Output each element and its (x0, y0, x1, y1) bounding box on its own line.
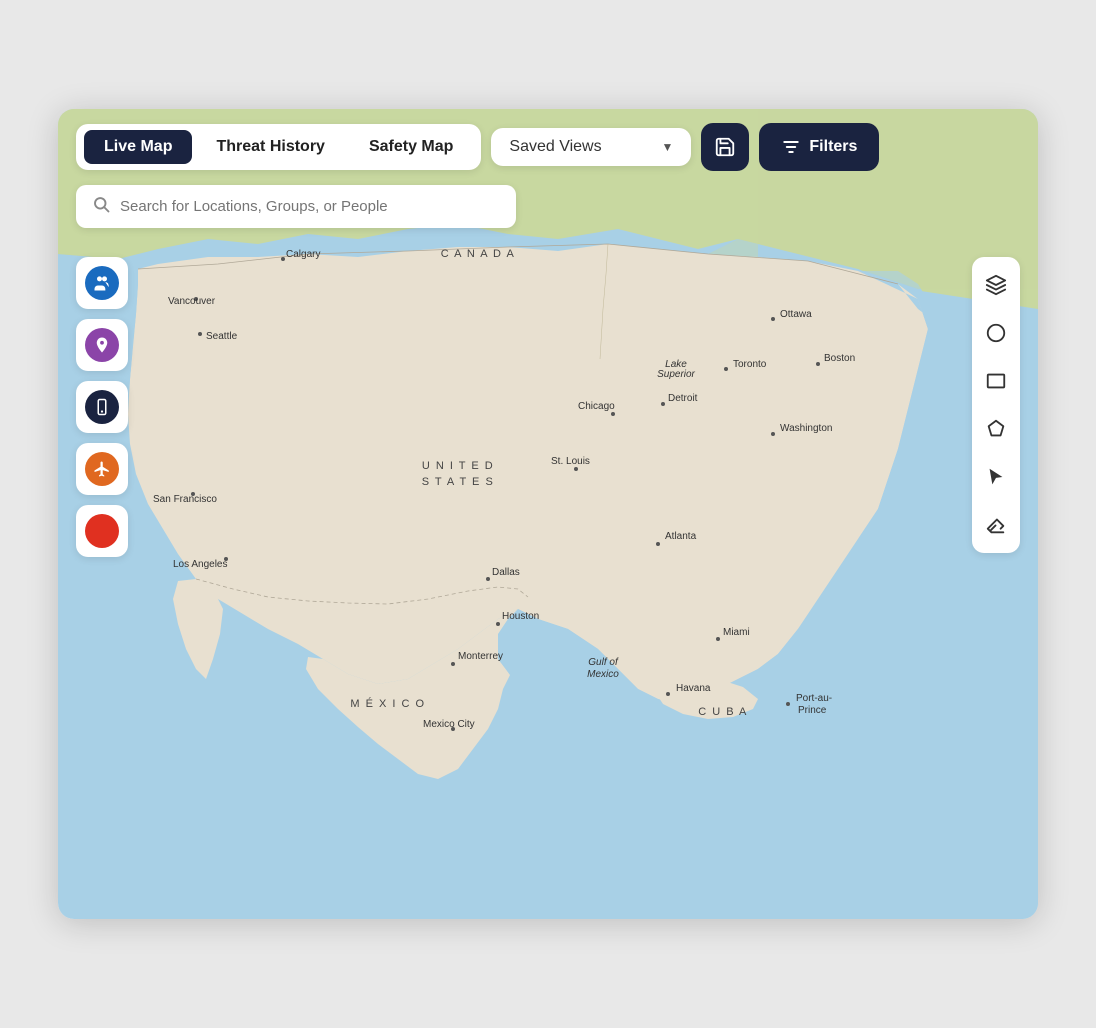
tab-safety-map[interactable]: Safety Map (349, 130, 473, 164)
svg-text:Toronto: Toronto (733, 359, 767, 370)
rectangle-draw-icon (985, 370, 1007, 392)
svg-text:Calgary: Calgary (286, 249, 320, 260)
map-background: Calgary Vancouver Seattle San Francisco … (58, 109, 1038, 919)
svg-text:Atlanta: Atlanta (665, 531, 697, 542)
polygon-draw-icon (985, 418, 1007, 440)
svg-text:Boston: Boston (824, 353, 855, 364)
svg-text:Seattle: Seattle (206, 331, 238, 342)
tab-live-map[interactable]: Live Map (84, 130, 192, 164)
svg-text:M É X I C O: M É X I C O (350, 697, 425, 710)
svg-text:Los Angeles: Los Angeles (173, 559, 228, 570)
layers-icon (985, 274, 1007, 296)
travel-button[interactable] (76, 443, 128, 495)
svg-text:Superior: Superior (657, 369, 695, 380)
svg-text:Houston: Houston (502, 611, 539, 622)
search-icon (92, 195, 110, 218)
svg-text:C A N A D A: C A N A D A (441, 248, 516, 260)
svg-text:Port-au-: Port-au- (796, 693, 832, 704)
svg-text:C U B A: C U B A (698, 706, 748, 718)
svg-text:Vancouver: Vancouver (168, 296, 216, 307)
svg-text:Washington: Washington (780, 423, 832, 434)
chevron-down-icon: ▼ (662, 140, 674, 154)
map-svg: Calgary Vancouver Seattle San Francisco … (58, 109, 1038, 919)
filters-button[interactable]: Filters (759, 123, 879, 171)
svg-text:Gulf of: Gulf of (588, 657, 619, 668)
svg-text:Chicago: Chicago (578, 401, 615, 412)
polygon-draw-button[interactable] (972, 405, 1020, 453)
svg-text:St. Louis: St. Louis (551, 456, 590, 467)
search-input[interactable] (120, 198, 500, 215)
svg-text:U N I T E D: U N I T E D (422, 460, 494, 472)
eraser-button[interactable] (972, 501, 1020, 549)
svg-text:Mexico City: Mexico City (423, 719, 475, 730)
rectangle-draw-button[interactable] (972, 357, 1020, 405)
svg-text:Prince: Prince (798, 705, 827, 716)
svg-text:Mexico: Mexico (587, 669, 619, 680)
circle-draw-icon (985, 322, 1007, 344)
circle-draw-button[interactable] (972, 309, 1020, 357)
top-bar: Live Map Threat History Safety Map Saved… (58, 109, 1038, 185)
svg-text:S T A T E S: S T A T E S (422, 476, 495, 488)
search-bar (76, 185, 516, 228)
incident-button[interactable] (76, 505, 128, 557)
incident-icon (85, 514, 119, 548)
save-button[interactable] (701, 123, 749, 171)
right-toolbar (972, 257, 1020, 553)
svg-text:Dallas: Dallas (492, 567, 520, 578)
tab-threat-history[interactable]: Threat History (196, 130, 344, 164)
cursor-button[interactable] (972, 453, 1020, 501)
filters-label: Filters (809, 138, 857, 156)
people-layer-button[interactable] (76, 257, 128, 309)
svg-text:Monterrey: Monterrey (458, 651, 503, 662)
svg-text:Detroit: Detroit (668, 393, 698, 404)
device-button[interactable] (76, 381, 128, 433)
people-icon (85, 266, 119, 300)
layers-button[interactable] (972, 261, 1020, 309)
saved-views-dropdown[interactable]: Saved Views ▼ (491, 128, 691, 166)
svg-text:Ottawa: Ottawa (780, 309, 812, 320)
svg-text:San Francisco: San Francisco (153, 494, 217, 505)
alert-pin-icon (85, 328, 119, 362)
svg-text:Havana: Havana (676, 683, 711, 694)
left-toolbar (76, 257, 128, 557)
save-icon (714, 136, 736, 158)
svg-text:Miami: Miami (723, 627, 750, 638)
eraser-icon (985, 514, 1007, 536)
app-container: Calgary Vancouver Seattle San Francisco … (58, 109, 1038, 919)
cursor-icon (985, 466, 1007, 488)
device-icon (85, 390, 119, 424)
travel-icon (85, 452, 119, 486)
tab-group: Live Map Threat History Safety Map (76, 124, 481, 170)
saved-views-label: Saved Views (509, 138, 601, 156)
alert-pin-button[interactable] (76, 319, 128, 371)
filters-icon (781, 137, 801, 157)
